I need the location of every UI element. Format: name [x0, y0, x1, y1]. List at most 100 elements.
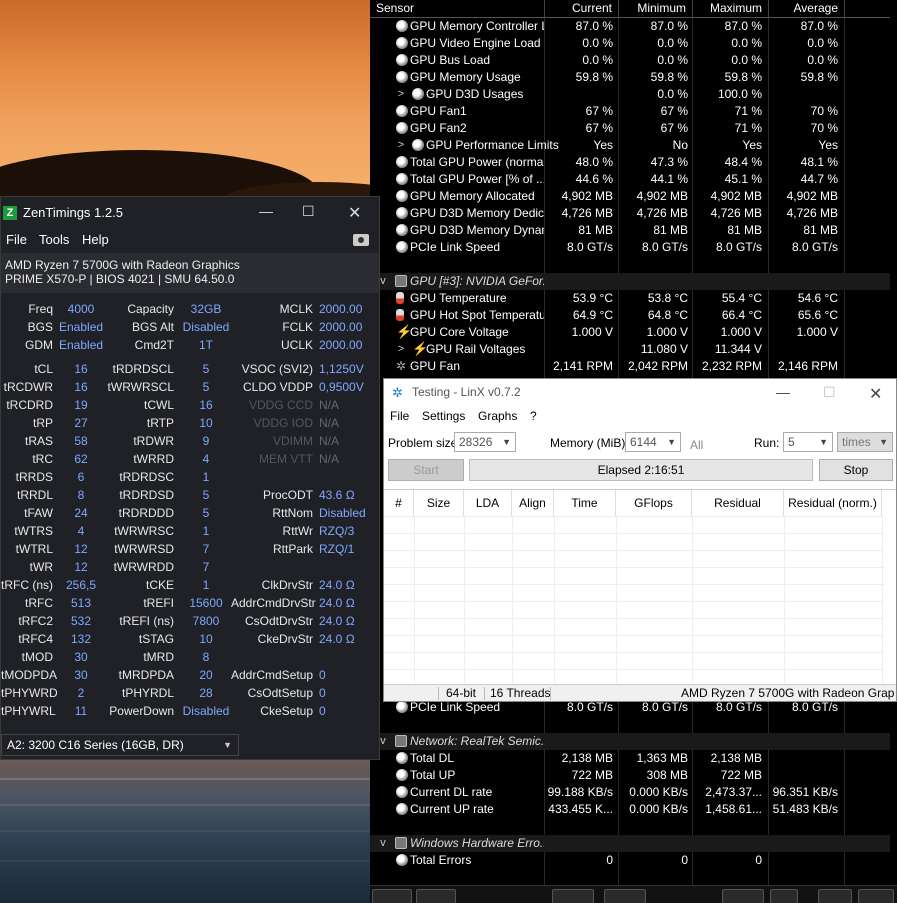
sensor-row[interactable]: GPU Memory Controller L... 87.0 % 87.0 % 87… — [370, 18, 890, 35]
sensor-row[interactable]: ⚡ GPU Core Voltage 1.000 V 1.000 V 1.000 V 1.… — [370, 324, 890, 341]
screenshot-camera-icon[interactable] — [353, 234, 369, 246]
menu-help[interactable]: ? — [530, 409, 537, 423]
column-size[interactable]: Size — [414, 490, 464, 516]
sensor-row[interactable]: > ⚡ GPU Rail Voltages 11.080 V 11.344 V — [370, 341, 890, 358]
status-arch: 64-bit — [446, 686, 477, 700]
sensor-row[interactable]: GPU D3D Memory Dedica... 4,726 MB 4,726 MB… — [370, 205, 890, 222]
timing-value: 20 — [199, 668, 213, 682]
chevron-down-icon: ▼ — [502, 437, 511, 447]
sensor-group-row[interactable]: v Windows Hardware Erro... — [370, 835, 890, 852]
menu-file[interactable]: File — [6, 232, 27, 247]
run-unit-combo[interactable]: times ▼ — [837, 432, 893, 452]
value-maximum: 45.1 % — [724, 172, 762, 186]
sensor-row[interactable]: GPU Fan1 67 % 67 % 71 % 70 % — [370, 103, 890, 120]
expand-chevron-icon[interactable]: > — [396, 341, 406, 358]
toolbar-button[interactable] — [416, 889, 456, 903]
timing-label: tMRD — [143, 650, 174, 664]
timing-label: tRDRDSCL — [112, 362, 174, 376]
sensor-icon — [396, 207, 408, 219]
sensor-row[interactable]: GPU D3D Memory Dynamic 81 MB 81 MB 81 MB 81 … — [370, 222, 890, 239]
sensor-group-row[interactable]: v GPU [#3]: NVIDIA GeFor... — [370, 273, 890, 290]
sensor-row[interactable]: > GPU D3D Usages 0.0 % 100.0 % — [370, 86, 890, 103]
run-count-combo[interactable]: 5 ▼ — [783, 432, 833, 452]
sensor-row[interactable]: GPU Bus Load 0.0 % 0.0 % 0.0 % 0.0 % — [370, 52, 890, 69]
minimize-icon[interactable]: — — [259, 203, 273, 219]
sensor-row[interactable]: ✲ GPU Fan 2,141 RPM 2,042 RPM 2,232 RPM 2,146… — [370, 358, 890, 375]
sensor-row[interactable]: GPU Temperature 53.9 °C 53.8 °C 55.4 °C 54.6… — [370, 290, 890, 307]
desktop-wallpaper-sea — [0, 760, 380, 903]
sensor-row[interactable]: Total GPU Power [% of ... 44.6 % 44.1 % 45.… — [370, 171, 890, 188]
menu-graphs[interactable]: Graphs — [478, 409, 517, 423]
timing-label: tCWL — [144, 398, 174, 412]
toolbar-button[interactable] — [372, 889, 412, 903]
timing-label: tFAW — [24, 506, 53, 520]
menu-settings[interactable]: Settings — [422, 409, 465, 423]
timing-label: tRFC2 — [18, 614, 53, 628]
column-current[interactable]: Current — [545, 0, 619, 18]
sensor-row[interactable]: GPU Hot Spot Temperature 64.9 °C 64.8 °C 66… — [370, 307, 890, 324]
value-minimum: 8.0 GT/s — [641, 240, 688, 254]
problem-size-combo[interactable]: 28326 ▼ — [454, 432, 516, 452]
sensor-row[interactable]: PCIe Link Speed 8.0 GT/s 8.0 GT/s 8.0 GT/s 8… — [370, 239, 890, 256]
start-button[interactable]: Start — [388, 459, 464, 481]
sensor-row[interactable]: Total Errors 0 0 0 — [370, 852, 890, 869]
value-maximum: 0.0 % — [731, 53, 762, 67]
menu-help[interactable]: Help — [82, 232, 109, 247]
timing-value: 0,9500V — [319, 380, 364, 394]
close-icon[interactable]: ✕ — [348, 203, 361, 223]
sensor-row[interactable]: > GPU Performance Limits Yes No Yes Yes — [370, 137, 890, 154]
close-icon[interactable] — [858, 889, 894, 903]
column-number[interactable]: # — [384, 490, 414, 516]
timing-label: tRDRDDD — [118, 506, 174, 520]
value-minimum: 1,363 MB — [636, 751, 688, 765]
column-residual-norm[interactable]: Residual (norm.) — [784, 490, 882, 516]
sensor-row[interactable]: GPU Memory Usage 59.8 % 59.8 % 59.8 % 59.8 % — [370, 69, 890, 86]
timing-label: tWTRS — [14, 524, 53, 538]
expand-chevron-icon[interactable]: > — [396, 137, 406, 154]
maximize-icon[interactable]: ☐ — [302, 203, 315, 220]
sensor-row[interactable]: Total DL 2,138 MB 1,363 MB 2,138 MB — [370, 750, 890, 767]
maximize-icon[interactable]: ☐ — [823, 384, 836, 401]
sensor-group-row[interactable]: v Network: RealTek Semic... — [370, 733, 890, 750]
sensor-row[interactable]: GPU Memory Allocated 4,902 MB 4,902 MB 4,90… — [370, 188, 890, 205]
sensor-row[interactable]: GPU Video Engine Load 0.0 % 0.0 % 0.0 % 0.0 … — [370, 35, 890, 52]
timing-value: Enabled — [59, 320, 104, 334]
column-align[interactable]: Align — [512, 490, 554, 516]
sensor-row[interactable]: Total UP 722 MB 308 MB 722 MB — [370, 767, 890, 784]
close-icon[interactable]: ✕ — [869, 384, 882, 404]
column-lda[interactable]: LDA — [464, 490, 512, 516]
menu-tools[interactable]: Tools — [39, 232, 69, 247]
monitor-icon[interactable] — [552, 889, 594, 903]
stop-button[interactable]: Stop — [819, 459, 893, 481]
sensor-row[interactable]: Current DL rate 99.188 KB/s 0.000 KB/s 2,47… — [370, 784, 890, 801]
collapse-chevron-icon[interactable]: v — [378, 835, 388, 852]
sensor-row[interactable]: GPU Fan2 67 % 67 % 71 % 70 % — [370, 120, 890, 137]
settings-icon[interactable] — [770, 889, 798, 903]
zentimings-titlebar[interactable]: Z ZenTimings 1.2.5 — ☐ ✕ — [1, 197, 379, 229]
sensor-row[interactable]: Total GPU Power (normal... 48.0 % 47.3 % 48… — [370, 154, 890, 171]
clock-icon[interactable] — [722, 889, 764, 903]
timing-label: tRRDS — [15, 470, 53, 484]
value-current: 4,902 MB — [561, 189, 613, 203]
minimize-icon[interactable]: — — [776, 384, 790, 400]
column-gflops[interactable]: GFlops — [616, 490, 692, 516]
dimm-select[interactable]: A2: 3200 C16 Series (16GB, DR) ▼ — [1, 734, 239, 756]
report-icon[interactable] — [604, 889, 646, 903]
column-sensor[interactable]: Sensor — [370, 0, 545, 18]
column-maximum[interactable]: Maximum — [693, 0, 769, 18]
all-memory-option[interactable]: All — [690, 438, 703, 452]
expand-chevron-icon[interactable]: > — [396, 86, 406, 103]
column-time[interactable]: Time — [554, 490, 616, 516]
timing-label: tWRWRSCL — [107, 380, 174, 394]
linx-titlebar[interactable]: ✲ Testing - LinX v0.7.2 — ☐ ✕ — [384, 379, 896, 407]
gear-icon[interactable] — [818, 889, 852, 903]
sensor-row[interactable]: Current UP rate 433.455 K... 0.000 KB/s 1,4… — [370, 801, 890, 818]
memory-combo[interactable]: 6144 ▼ — [625, 432, 681, 452]
thermometer-icon — [396, 309, 404, 321]
sensor-icon — [412, 139, 424, 151]
column-minimum[interactable]: Minimum — [619, 0, 693, 18]
timing-value: 8 — [202, 650, 210, 664]
column-residual[interactable]: Residual — [692, 490, 784, 516]
menu-file[interactable]: File — [390, 409, 409, 423]
column-average[interactable]: Average — [769, 0, 845, 18]
